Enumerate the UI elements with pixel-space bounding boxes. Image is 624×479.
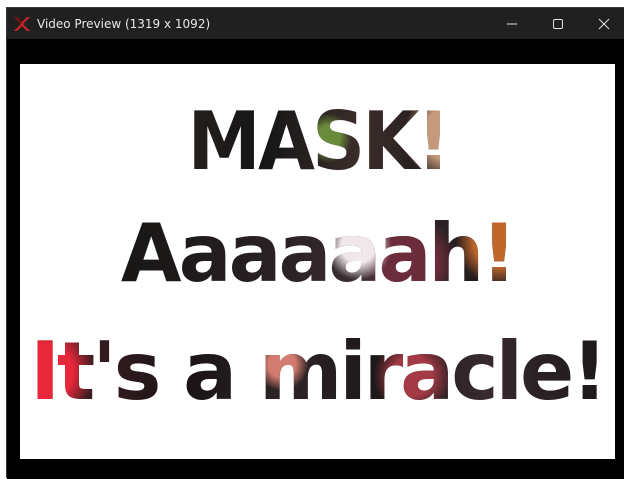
masked-text-line-1: MASK! (43, 102, 592, 182)
preview-area: MASK! Aaaaaah! It's a miracle! (7, 39, 624, 479)
close-button[interactable] (581, 8, 624, 39)
minimize-icon (507, 23, 517, 24)
maximize-button[interactable] (535, 8, 581, 39)
window-title: Video Preview (1319 x 1092) (37, 16, 211, 31)
window-controls (489, 8, 624, 39)
masked-text-line-2: Aaaaaah! (25, 214, 610, 294)
video-preview-window: Video Preview (1319 x 1092) MASK! Aaaaaa… (6, 7, 624, 479)
title-bar[interactable]: Video Preview (1319 x 1092) (7, 8, 624, 39)
minimize-button[interactable] (489, 8, 535, 39)
masked-text-line-3: It's a miracle! (20, 332, 615, 412)
video-frame: MASK! Aaaaaah! It's a miracle! (20, 64, 615, 459)
app-logo-icon (13, 15, 31, 33)
close-icon (598, 18, 610, 29)
maximize-icon (553, 18, 563, 29)
